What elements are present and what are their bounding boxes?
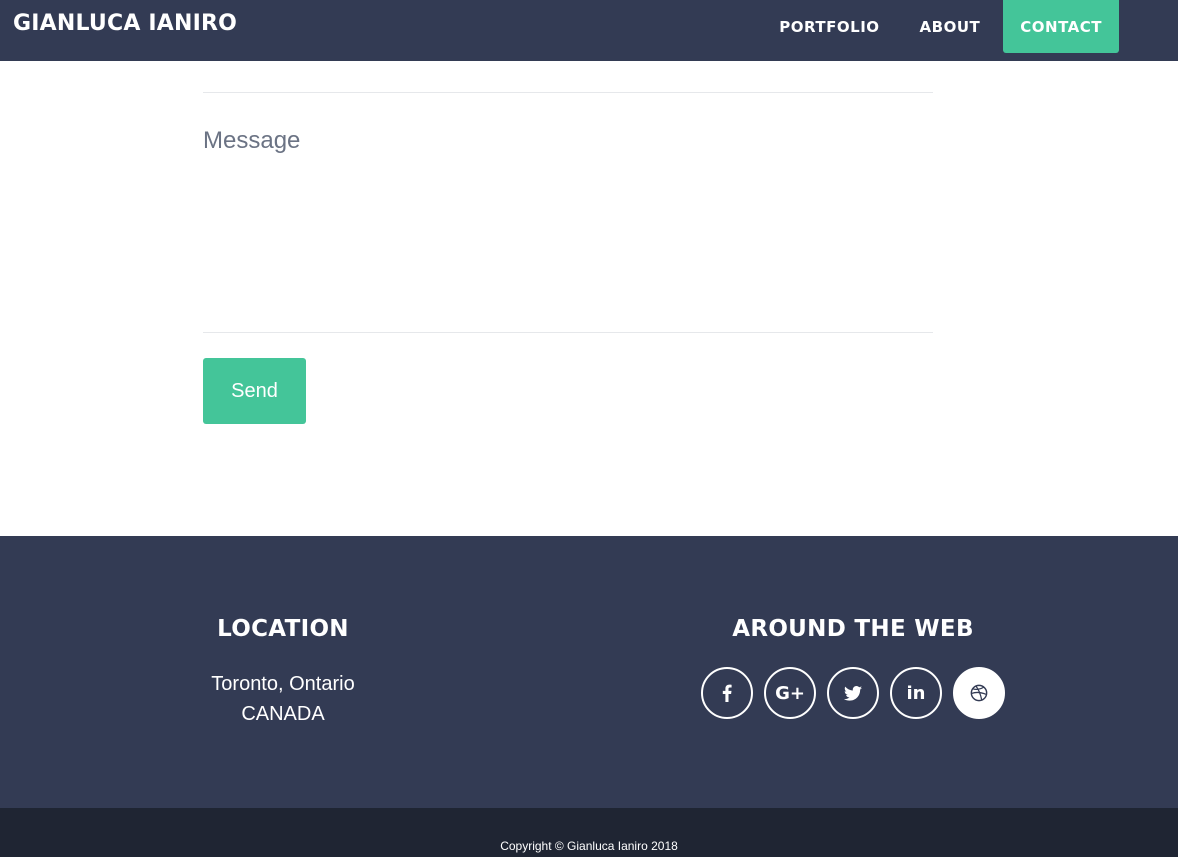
- message-field[interactable]: [203, 93, 933, 333]
- twitter-icon[interactable]: [827, 667, 879, 719]
- brand-link[interactable]: GIANLUCA IANIRO: [13, 9, 237, 39]
- navbar: GIANLUCA IANIRO PORTFOLIO ABOUT CONTACT: [0, 0, 1178, 61]
- dribbble-icon[interactable]: [953, 667, 1005, 719]
- google-plus-icon[interactable]: G+: [764, 667, 816, 719]
- nav-link-portfolio[interactable]: PORTFOLIO: [762, 0, 896, 53]
- location-address: Toronto, Ontario CANADA: [133, 669, 433, 729]
- location-heading: LOCATION: [217, 616, 349, 642]
- footer: LOCATION Toronto, Ontario CANADA AROUND …: [0, 536, 1178, 808]
- location-country: CANADA: [241, 703, 325, 725]
- nav-link-contact[interactable]: CONTACT: [1003, 0, 1119, 53]
- nav-link-about[interactable]: ABOUT: [903, 0, 998, 53]
- nav-links: PORTFOLIO ABOUT CONTACT: [756, 0, 1119, 53]
- location-city: Toronto, Ontario: [211, 673, 355, 695]
- linkedin-icon[interactable]: in: [890, 667, 942, 719]
- facebook-icon[interactable]: [701, 667, 753, 719]
- send-button[interactable]: Send: [203, 358, 306, 424]
- copyright-bar: Copyright © Gianluca Ianiro 2018: [0, 808, 1178, 857]
- copyright-text: Copyright © Gianluca Ianiro 2018: [500, 839, 678, 853]
- around-the-web-heading: AROUND THE WEB: [732, 616, 974, 642]
- social-links: G+ in: [701, 667, 1005, 719]
